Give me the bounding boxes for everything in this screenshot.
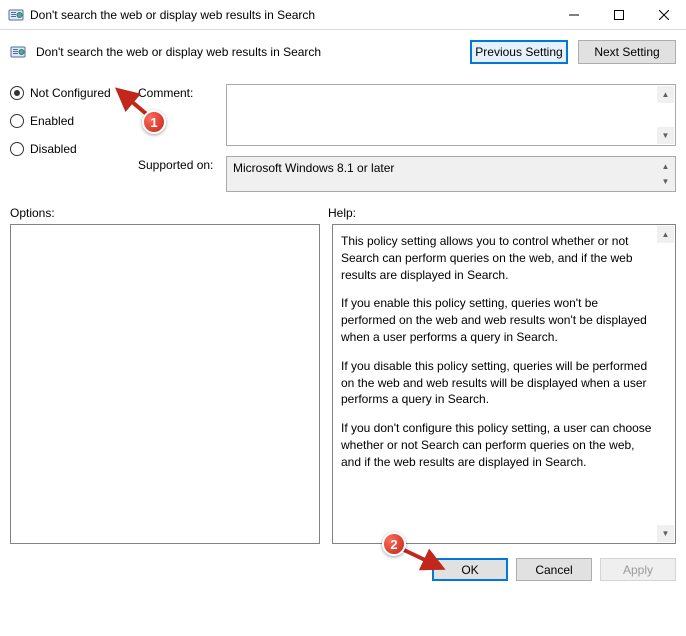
- comment-row: Comment: ▲ ▼: [138, 84, 676, 146]
- supported-textarea: Microsoft Windows 8.1 or later ▲ ▼: [226, 156, 676, 192]
- previous-setting-button[interactable]: Previous Setting: [470, 40, 568, 64]
- options-panel: [10, 224, 320, 544]
- radio-label: Disabled: [30, 142, 77, 156]
- help-label: Help:: [328, 206, 676, 220]
- help-paragraph: If you enable this policy setting, queri…: [341, 295, 653, 345]
- annotation-badge-2: 2: [382, 532, 406, 556]
- scroll-down-icon[interactable]: ▼: [657, 525, 674, 542]
- scroll-down-icon[interactable]: ▼: [657, 127, 674, 144]
- radio-button-icon: [10, 86, 24, 100]
- help-paragraph: If you disable this policy setting, quer…: [341, 358, 653, 408]
- supported-value: Microsoft Windows 8.1 or later: [233, 161, 394, 175]
- cancel-button[interactable]: Cancel: [516, 558, 592, 581]
- options-label: Options:: [10, 206, 328, 220]
- radio-disabled[interactable]: Disabled: [10, 142, 130, 156]
- next-setting-button[interactable]: Next Setting: [578, 40, 676, 64]
- config-section: Not Configured Enabled Disabled 1 Commen…: [0, 74, 686, 192]
- policy-header: Don't search the web or display web resu…: [0, 30, 686, 74]
- annotation-arrow-2: [400, 546, 450, 576]
- comment-textarea[interactable]: ▲ ▼: [226, 84, 676, 146]
- panel-labels: Options: Help:: [0, 192, 686, 224]
- panels: This policy setting allows you to contro…: [0, 224, 686, 544]
- scroll-up-icon[interactable]: ▲: [657, 86, 674, 103]
- supported-row: Supported on: Microsoft Windows 8.1 or l…: [138, 156, 676, 192]
- close-button[interactable]: [641, 0, 686, 30]
- help-paragraph: If you don't configure this policy setti…: [341, 420, 653, 470]
- fields-column: Comment: ▲ ▼ Supported on: Microsoft Win…: [138, 84, 676, 192]
- help-paragraph: This policy setting allows you to contro…: [341, 233, 653, 283]
- maximize-button[interactable]: [596, 0, 641, 30]
- minimize-button[interactable]: [551, 0, 596, 30]
- state-radio-group: Not Configured Enabled Disabled 1: [10, 84, 130, 192]
- help-panel: This policy setting allows you to contro…: [332, 224, 676, 544]
- dialog-footer: 2 OK Cancel Apply: [0, 544, 686, 591]
- scroll-down-icon[interactable]: ▼: [657, 173, 674, 190]
- policy-title: Don't search the web or display web resu…: [36, 45, 460, 59]
- radio-label: Not Configured: [30, 86, 111, 100]
- radio-label: Enabled: [30, 114, 74, 128]
- radio-button-icon: [10, 114, 24, 128]
- policy-icon: [10, 44, 26, 60]
- annotation-badge-1: 1: [142, 110, 166, 134]
- policy-icon: [8, 7, 24, 23]
- titlebar: Don't search the web or display web resu…: [0, 0, 686, 30]
- supported-label: Supported on:: [138, 156, 222, 172]
- scroll-up-icon[interactable]: ▲: [657, 226, 674, 243]
- apply-button[interactable]: Apply: [600, 558, 676, 581]
- radio-button-icon: [10, 142, 24, 156]
- window-title: Don't search the web or display web resu…: [30, 8, 551, 22]
